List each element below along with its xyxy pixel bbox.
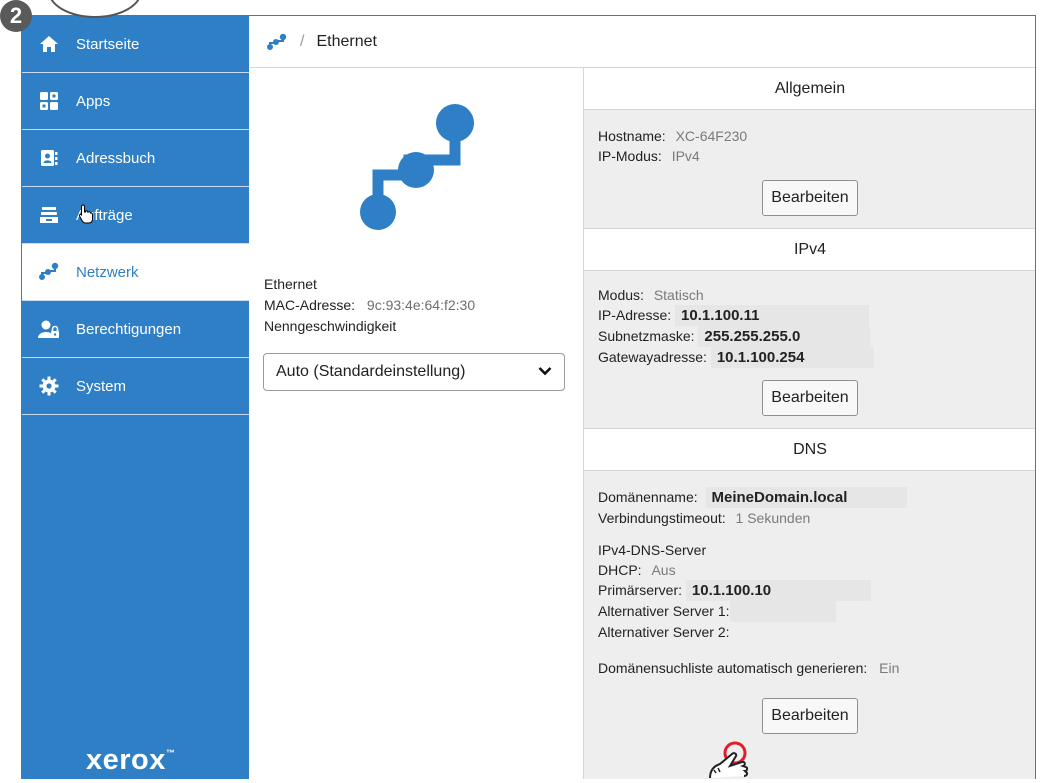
ip-value: 10.1.100.11 [675, 305, 870, 326]
domain-label: Domänenname: [598, 489, 698, 505]
sidebar-item-label: Startseite [76, 35, 140, 53]
sidebar-item-adressbuch[interactable]: Adressbuch [22, 130, 249, 187]
settings-panel: Allgemein Hostname: XC-64F230 IP-Modus: … [583, 68, 1035, 779]
mode-value: Statisch [653, 287, 704, 303]
mode-label: Modus: [598, 287, 644, 303]
dns-server-heading: IPv4-DNS-Server [598, 542, 707, 558]
edit-ipv4-button[interactable]: Bearbeiten [762, 380, 858, 416]
mac-value: 9c:93:4e:64:f2:30 [366, 297, 476, 313]
edit-general-button[interactable]: Bearbeiten [762, 180, 858, 216]
gateway-label: Gatewayadresse: [598, 349, 707, 365]
section-heading-ipv4: IPv4 [584, 228, 1035, 271]
section-heading-dns: DNS [584, 428, 1035, 471]
chevron-down-icon [538, 363, 552, 381]
ethernet-title: Ethernet [264, 276, 317, 292]
home-icon [38, 33, 60, 55]
app-window: Startseite Apps Adressbuch Aufträge Netz… [21, 15, 1036, 779]
speed-label: Nenngeschwindigkeit [264, 318, 397, 334]
sidebar-item-berechtigungen[interactable]: Berechtigungen [22, 301, 249, 358]
subnet-label: Subnetzmaske: [598, 328, 695, 344]
dhcp-label: DHCP: [598, 562, 642, 578]
domain-value: MeineDomain.local [705, 487, 908, 508]
sidebar-item-label: Berechtigungen [76, 320, 182, 338]
sidebar-item-label: Adressbuch [76, 149, 156, 167]
speed-select-value: Auto (Standardeinstellung) [276, 363, 466, 380]
section-general: Hostname: XC-64F230 IP-Modus: IPv4 Bearb… [584, 110, 1035, 228]
alt1-value [729, 601, 836, 622]
address-book-icon [38, 147, 60, 169]
permissions-icon [38, 318, 60, 340]
section-heading-general: Allgemein [584, 68, 1035, 110]
main-content: / Ethernet Ethernet MAC-Adresse: 9c:93:4… [250, 16, 1035, 779]
network-icon [38, 261, 60, 283]
sidebar-item-label: System [76, 377, 127, 395]
jobs-tray-icon [38, 204, 60, 226]
sidebar-item-apps[interactable]: Apps [22, 73, 249, 130]
breadcrumb: / Ethernet [250, 16, 1035, 68]
subnet-value: 255.255.255.0 [698, 326, 871, 347]
ethernet-info: Ethernet MAC-Adresse: 9c:93:4e:64:f2:30 … [264, 274, 475, 337]
apps-grid-icon [38, 90, 60, 112]
section-dns: Domänenname: MeineDomain.local Verbindun… [584, 471, 1035, 746]
mac-label: MAC-Adresse: [264, 297, 356, 313]
timeout-label: Verbindungstimeout: [598, 510, 726, 526]
sidebar-item-system[interactable]: System [22, 358, 249, 415]
sidebar-item-label: Apps [76, 92, 111, 110]
searchlist-value: Ein [879, 660, 900, 676]
alt2-label: Alternativer Server 2: [598, 624, 730, 640]
ip-label: IP-Adresse: [598, 307, 672, 323]
ipmode-value: IPv4 [671, 148, 700, 164]
hostname-value: XC-64F230 [675, 128, 748, 144]
gateway-value: 10.1.100.254 [710, 347, 875, 368]
section-ipv4: Modus: Statisch IP-Adresse: 10.1.100.11 … [584, 271, 1035, 428]
ethernet-panel: Ethernet MAC-Adresse: 9c:93:4e:64:f2:30 … [250, 68, 581, 779]
searchlist-label: Domänensuchliste automatisch generieren: [598, 660, 868, 676]
sidebar-item-netzwerk[interactable]: Netzwerk [22, 244, 249, 301]
gear-icon [38, 375, 60, 397]
hostname-label: Hostname: [598, 128, 666, 144]
dhcp-value: Aus [651, 562, 676, 578]
breadcrumb-separator: / [300, 32, 305, 50]
tap-hand-icon [702, 740, 762, 783]
ethernet-large-icon [354, 102, 479, 237]
breadcrumb-current: Ethernet [316, 32, 377, 50]
sidebar-item-startseite[interactable]: Startseite [22, 16, 249, 73]
edit-dns-button[interactable]: Bearbeiten [762, 698, 858, 734]
speed-select[interactable]: Auto (Standardeinstellung) [263, 353, 565, 391]
ipmode-label: IP-Modus: [598, 148, 662, 164]
sidebar-item-label: Netzwerk [76, 263, 139, 281]
sidebar-item-auftraege[interactable]: Aufträge [22, 187, 249, 244]
step-badge: 2 [0, 0, 32, 32]
network-icon[interactable] [266, 33, 288, 51]
timeout-value: 1 Sekunden [735, 510, 811, 526]
alt1-label: Alternativer Server 1: [598, 603, 730, 619]
primary-label: Primärserver: [598, 582, 683, 598]
hand-pointer-icon [78, 204, 94, 229]
xerox-logo: xerox™ [86, 744, 176, 776]
sidebar: Startseite Apps Adressbuch Aufträge Netz… [22, 16, 249, 779]
primary-value: 10.1.100.10 [685, 580, 872, 601]
